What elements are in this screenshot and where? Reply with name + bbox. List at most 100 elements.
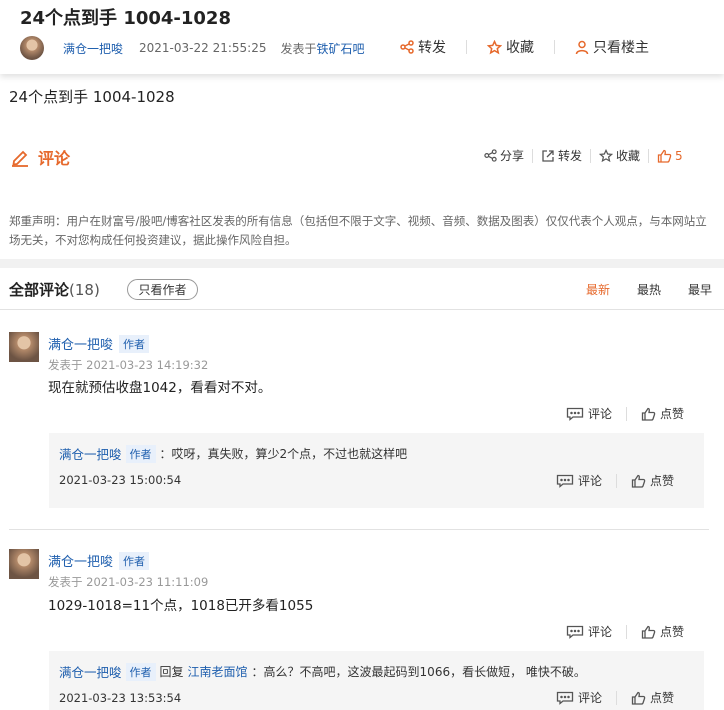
comment-bubble-icon — [556, 691, 574, 705]
repost-button[interactable]: 转发 — [541, 147, 582, 164]
reply-author-link[interactable]: 满仓一把唆 — [59, 662, 122, 681]
like-comment-button[interactable]: 点赞 — [631, 689, 674, 706]
divider — [616, 473, 618, 488]
comment-time: 发表于 2021-03-23 11:11:09 — [48, 575, 209, 589]
avatar[interactable] — [20, 36, 44, 60]
repost-icon — [542, 149, 554, 162]
thumbs-up-icon — [641, 407, 656, 421]
comment-text: 现在就预估收盘1042，看看对不对。 — [48, 380, 272, 396]
favorite-label: 收藏 — [506, 40, 534, 56]
reply-button[interactable]: 评论 — [556, 689, 602, 706]
star-icon — [487, 39, 502, 54]
comment-author-link[interactable]: 满仓一把唆 — [48, 334, 113, 353]
divider — [466, 40, 467, 54]
author-link[interactable]: 满仓一把唆 — [63, 40, 123, 57]
forward-button[interactable]: 转发 — [400, 37, 446, 57]
like-label: 点赞 — [660, 407, 685, 421]
like-comment-button[interactable]: 点赞 — [641, 623, 684, 640]
like-label: 点赞 — [650, 691, 675, 705]
reply-time: 2021-03-23 15:00:54 — [59, 473, 182, 487]
like-count: 5 — [675, 148, 683, 163]
sort-oldest-tab[interactable]: 最早 — [688, 281, 712, 298]
avatar[interactable] — [9, 549, 39, 579]
author-only-label: 只看楼主 — [593, 40, 649, 56]
reply-label: 评论 — [588, 625, 613, 639]
post-body: 24个点到手 1004-1028 — [9, 88, 175, 106]
comment-bubble-icon — [556, 474, 574, 488]
post-time: 2021-03-22 21:55:25 — [139, 41, 267, 55]
disclaimer: 郑重声明：用户在财富号/股吧/博客社区发表的所有信息（包括但不限于文字、视频、音… — [9, 214, 707, 247]
reply-author-link[interactable]: 满仓一把唆 — [59, 444, 122, 463]
all-comments-label: 全部评论 — [9, 281, 70, 299]
sort-newest-tab[interactable]: 最新 — [586, 281, 610, 298]
reply-label: 评论 — [588, 407, 613, 421]
comment-author-link[interactable]: 满仓一把唆 — [48, 551, 113, 570]
divider — [9, 529, 709, 530]
pencil-icon — [12, 150, 28, 167]
author-badge: 作者 — [125, 444, 156, 463]
like-label: 点赞 — [650, 474, 675, 488]
comment-author: 满仓一把唆 作者 — [48, 551, 150, 570]
reply-text: ：哎呀，真失败，算少2个点，不过也就这样吧 — [159, 447, 408, 461]
reply-word: 回复 — [159, 665, 184, 679]
header-actions: 转发 收藏 只看楼主 — [400, 37, 649, 57]
comment-bar: 评论 分享 转发 收藏 5 — [0, 140, 724, 174]
sort-hottest-tab[interactable]: 最热 — [637, 281, 661, 298]
only-author-button[interactable]: 只看作者 — [127, 279, 198, 300]
reply-to-link[interactable]: 江南老面馆 — [188, 663, 248, 680]
sort-tabs: 最新 最热 最早 — [586, 281, 712, 298]
reply-actions: 评论 点赞 — [556, 472, 674, 489]
comment-bubble-icon — [566, 625, 584, 639]
divider — [616, 690, 618, 705]
comment-count: (18) — [69, 281, 100, 299]
thumbs-up-icon — [631, 691, 646, 705]
reply-button[interactable]: 评论 — [566, 623, 612, 640]
avatar[interactable] — [9, 332, 39, 362]
share-button[interactable]: 分享 — [484, 147, 524, 164]
section-divider — [0, 259, 724, 268]
reply-button[interactable]: 评论 — [556, 472, 602, 489]
collect-label: 收藏 — [616, 149, 641, 163]
divider — [590, 148, 592, 163]
author-only-button[interactable]: 只看楼主 — [575, 37, 649, 57]
reply-text: ：高么？不高吧，这波最起码到1066，看长做短， 唯快不破。 — [251, 665, 586, 679]
bar-link[interactable]: 铁矿石吧 — [316, 42, 364, 56]
like-comment-button[interactable]: 点赞 — [631, 472, 674, 489]
reply-button[interactable]: 评论 — [566, 405, 612, 422]
thumbs-up-icon — [657, 149, 672, 163]
share-label: 分享 — [500, 149, 525, 163]
comment-write-button[interactable]: 评论 — [10, 145, 70, 169]
divider — [0, 309, 724, 310]
all-comments-heading: 全部评论(18) — [9, 279, 100, 300]
thumbs-up-icon — [641, 625, 656, 639]
comment-actions: 评论 点赞 — [566, 623, 684, 640]
share-nodes-icon — [400, 40, 414, 54]
post-title: 24个点到手 1004-1028 — [20, 8, 231, 29]
author-badge: 作者 — [125, 662, 156, 681]
posted-in: 发表于铁矿石吧 — [280, 40, 364, 57]
like-comment-button[interactable]: 点赞 — [641, 405, 684, 422]
reply-box: 满仓一把唆 作者 回复 江南老面馆 ：高么？不高吧，这波最起码到1066，看长做… — [49, 651, 704, 710]
like-label: 点赞 — [660, 625, 685, 639]
reply-label: 评论 — [578, 474, 603, 488]
forward-label: 转发 — [418, 40, 446, 56]
share-row: 分享 转发 收藏 5 — [484, 147, 683, 164]
thumbs-up-icon — [631, 474, 646, 488]
comment-actions: 评论 点赞 — [566, 405, 684, 422]
reply-time: 2021-03-23 13:53:54 — [59, 691, 182, 705]
divider — [648, 148, 650, 163]
divider — [626, 624, 628, 639]
favorite-button[interactable]: 收藏 — [487, 37, 534, 57]
comment-author: 满仓一把唆 作者 — [48, 334, 150, 353]
post-header: 24个点到手 1004-1028 满仓一把唆 2021-03-22 21:55:… — [0, 0, 724, 74]
reply-line: 满仓一把唆 作者 ：哎呀，真失败，算少2个点，不过也就这样吧 — [59, 444, 407, 463]
author-badge: 作者 — [119, 551, 150, 570]
post-meta: 满仓一把唆 2021-03-22 21:55:25 发表于铁矿石吧 — [20, 35, 365, 61]
divider — [532, 148, 534, 163]
like-button[interactable]: 5 — [657, 149, 683, 163]
collect-button[interactable]: 收藏 — [599, 147, 640, 164]
person-icon — [575, 40, 589, 54]
divider — [626, 406, 628, 421]
comment-text: 1029-1018=11个点，1018已开多看1055 — [48, 598, 314, 614]
divider — [554, 40, 555, 54]
